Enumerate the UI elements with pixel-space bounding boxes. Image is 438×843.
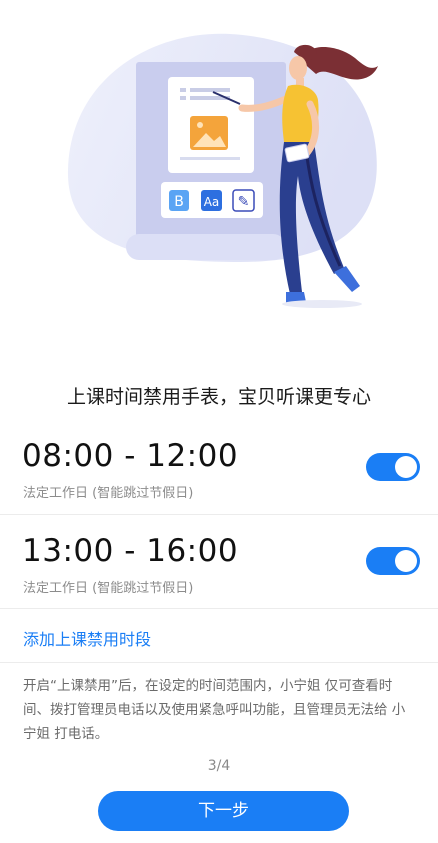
slot-enable-toggle[interactable]: [366, 547, 420, 575]
feature-description: 开启“上课禁用”后，在设定的时间范围内，小宁姐 仅可查看时间、拨打管理员电话以及…: [23, 678, 406, 742]
bold-icon: B: [174, 194, 184, 210]
slot-schedule-note: 法定工作日 (智能跳过节假日): [23, 486, 194, 501]
divider: [0, 608, 438, 609]
toggle-knob: [395, 550, 417, 572]
add-disable-period-link[interactable]: 添加上课禁用时段: [23, 626, 151, 650]
time-slot-row[interactable]: 13:00 - 16:00 法定工作日 (智能跳过节假日): [0, 529, 438, 609]
divider: [0, 514, 438, 515]
slot-time-range: 08:00 - 12:00: [22, 438, 239, 474]
pen-icon: ✎: [238, 194, 250, 210]
slot-time-range: 13:00 - 16:00: [22, 533, 239, 569]
page-indicator: 3/4: [207, 758, 231, 774]
teacher-illustration: B Aa ✎: [67, 33, 378, 308]
next-step-button[interactable]: 下一步: [98, 791, 349, 831]
slot-enable-toggle[interactable]: [366, 453, 420, 481]
time-slot-row[interactable]: 08:00 - 12:00 法定工作日 (智能跳过节假日): [0, 434, 438, 514]
onboarding-illustration: B Aa ✎: [0, 0, 438, 335]
toggle-knob: [395, 456, 417, 478]
divider: [0, 662, 438, 663]
slot-schedule-note: 法定工作日 (智能跳过节假日): [23, 581, 194, 596]
page-headline: 上课时间禁用手表，宝贝听课更专心: [66, 386, 371, 408]
font-icon: Aa: [204, 195, 220, 209]
